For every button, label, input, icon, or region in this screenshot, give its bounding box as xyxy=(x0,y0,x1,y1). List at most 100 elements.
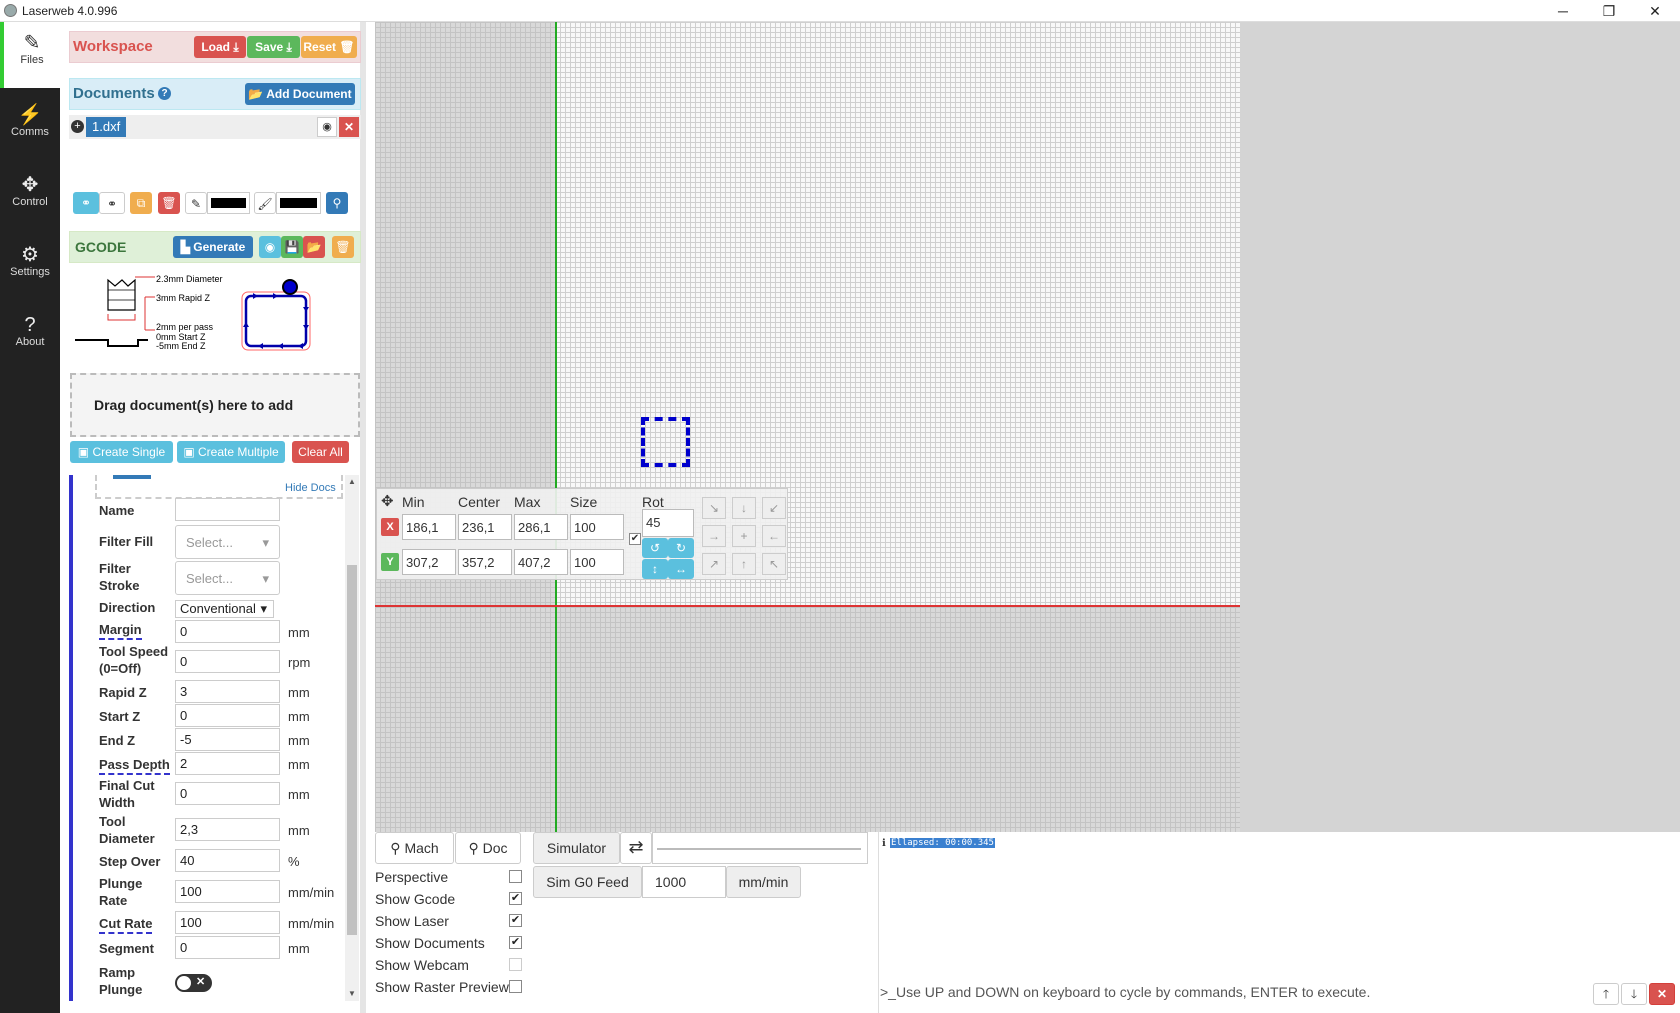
scrollbar-thumb[interactable] xyxy=(347,565,357,935)
save-workspace-button[interactable]: Save ⤓ xyxy=(247,36,300,58)
console-input[interactable]: >_Use UP and DOWN on keyboard to cycle b… xyxy=(880,984,1590,1000)
ramp-plunge-toggle[interactable]: ✕ xyxy=(175,974,212,992)
delete-icon[interactable]: 🗑 xyxy=(158,192,180,214)
nav-about[interactable]: ? About xyxy=(0,304,60,370)
start-z-input[interactable]: 0 xyxy=(175,704,280,727)
plunge-rate-input[interactable]: 100 xyxy=(175,880,280,903)
swap-icon[interactable]: ⇄ xyxy=(620,832,652,864)
direction-select[interactable]: Conventional ▾ xyxy=(175,600,274,618)
rotation-input[interactable]: 45 xyxy=(642,509,694,537)
fill-color-swatch[interactable] xyxy=(276,192,321,214)
pass-depth-input[interactable]: 2 xyxy=(175,752,280,775)
flip-vertical-icon[interactable]: ↕ xyxy=(642,559,668,579)
create-single-button[interactable]: ▣ Create Single xyxy=(70,441,173,463)
y-min-input[interactable]: 307,2 xyxy=(402,549,456,575)
add-document-button[interactable]: 📂 Add Document xyxy=(245,83,355,105)
lock-aspect-checkbox[interactable]: ✔ xyxy=(629,533,641,545)
move-icon[interactable]: ✥ xyxy=(381,492,394,510)
eye-icon[interactable]: ◉ xyxy=(317,117,337,137)
view-gcode-icon[interactable]: ◉ xyxy=(259,236,281,258)
restore-button[interactable]: ❐ xyxy=(1586,0,1632,22)
align-left-icon[interactable]: → xyxy=(702,525,726,547)
document-dropzone[interactable]: Drag document(s) here to add xyxy=(70,373,360,437)
filter-stroke-select[interactable]: Select... ▾ xyxy=(175,561,280,595)
nav-files[interactable]: ✎ Files xyxy=(0,22,60,88)
align-right-icon[interactable]: ← xyxy=(762,525,786,547)
align-center-icon[interactable]: + xyxy=(732,525,756,547)
reset-workspace-button[interactable]: Reset 🗑 xyxy=(301,36,357,58)
zoom-mach-button[interactable]: ⚲ Mach xyxy=(375,832,454,864)
operations-scrollbar[interactable]: ▲ ▼ xyxy=(345,475,359,1001)
zoom-doc-button[interactable]: ⚲ Doc xyxy=(455,832,521,864)
align-bottom-right-icon[interactable]: ↖ xyxy=(762,553,786,575)
history-down-icon[interactable]: 🡓 xyxy=(1621,983,1647,1005)
x-size-input[interactable]: 100 xyxy=(570,514,624,540)
align-top-icon[interactable]: ↓ xyxy=(732,497,756,519)
document-row[interactable]: + 1.dxf ◉ ✕ xyxy=(69,115,361,139)
history-up-icon[interactable]: 🡑 xyxy=(1593,983,1619,1005)
load-workspace-button[interactable]: Load ⤓ xyxy=(194,36,246,58)
scroll-down-icon[interactable]: ▼ xyxy=(348,989,356,998)
stroke-color-swatch[interactable] xyxy=(207,192,250,214)
simulator-button[interactable]: Simulator xyxy=(533,832,620,864)
help-icon[interactable]: ? xyxy=(158,87,171,100)
align-bottom-left-icon[interactable]: ↗ xyxy=(702,553,726,575)
close-button[interactable]: ✕ xyxy=(1632,0,1678,22)
hide-docs-link[interactable]: Hide Docs xyxy=(285,482,336,494)
rotate-cw-icon[interactable]: ↻ xyxy=(668,538,694,558)
filter-fill-select[interactable]: Select... ▾ xyxy=(175,525,280,559)
name-input[interactable] xyxy=(175,498,280,521)
clear-console-icon[interactable]: ✕ xyxy=(1649,983,1675,1005)
rapid-z-input[interactable]: 3 xyxy=(175,680,280,703)
document-name[interactable]: 1.dxf xyxy=(86,117,127,137)
x-center-input[interactable]: 236,1 xyxy=(458,514,512,540)
nav-comms[interactable]: ⚡ Comms xyxy=(0,94,60,160)
scroll-up-icon[interactable]: ▲ xyxy=(348,477,356,486)
final-cut-input[interactable]: 0 xyxy=(175,782,280,805)
simulator-slider[interactable] xyxy=(652,832,868,864)
show-gcode-checkbox[interactable]: ✔ xyxy=(509,892,522,905)
minimize-button[interactable]: ─ xyxy=(1540,0,1586,22)
gcode-title: GCODE xyxy=(75,239,127,255)
selected-document-shape[interactable] xyxy=(641,417,690,467)
y-max-input[interactable]: 407,2 xyxy=(514,549,568,575)
rotate-ccw-icon[interactable]: ↺ xyxy=(642,538,668,558)
end-z-input[interactable]: -5 xyxy=(175,728,280,751)
select-none-icon[interactable]: ⚭ xyxy=(99,192,125,214)
search-icon[interactable]: ⚲ xyxy=(326,192,348,214)
clear-gcode-icon[interactable]: 🗑 xyxy=(332,236,354,258)
y-size-input[interactable]: 100 xyxy=(570,549,624,575)
tool-diameter-input[interactable]: 2,3 xyxy=(175,818,280,841)
copy-icon[interactable]: ⧉ xyxy=(130,192,152,214)
expand-icon[interactable]: + xyxy=(71,120,84,133)
select-all-icon[interactable]: ⚭ xyxy=(73,192,99,214)
x-min-input[interactable]: 186,1 xyxy=(402,514,456,540)
show-raster-preview-checkbox[interactable] xyxy=(509,980,522,993)
sim-g0-feed-input[interactable]: 1000 xyxy=(642,866,726,898)
clear-all-button[interactable]: Clear All xyxy=(292,441,349,463)
cut-rate-input[interactable]: 100 xyxy=(175,911,280,934)
segment-input[interactable]: 0 xyxy=(175,936,280,959)
perspective-checkbox[interactable] xyxy=(509,870,522,883)
margin-input[interactable]: 0 xyxy=(175,620,280,643)
x-max-input[interactable]: 286,1 xyxy=(514,514,568,540)
flip-horizontal-icon[interactable]: ↔ xyxy=(668,559,694,579)
nav-control[interactable]: ✥ Control xyxy=(0,164,60,230)
show-webcam-checkbox[interactable] xyxy=(509,958,522,971)
y-center-input[interactable]: 357,2 xyxy=(458,549,512,575)
nav-settings[interactable]: ⚙ Settings xyxy=(0,234,60,300)
step-over-input[interactable]: 40 xyxy=(175,849,280,872)
remove-document-button[interactable]: ✕ xyxy=(339,117,359,137)
tool-speed-input[interactable]: 0 xyxy=(175,650,280,673)
align-top-right-icon[interactable]: ↙ xyxy=(762,497,786,519)
create-multiple-button[interactable]: ▣ Create Multiple xyxy=(177,441,285,463)
align-top-left-icon[interactable]: ↘ xyxy=(702,497,726,519)
show-documents-checkbox[interactable]: ✔ xyxy=(509,936,522,949)
open-gcode-icon[interactable]: 📂 xyxy=(303,236,325,258)
generate-button[interactable]: ▙ Generate xyxy=(173,236,253,258)
save-gcode-icon[interactable]: 💾 xyxy=(281,236,303,258)
brush-icon[interactable]: 🖌 xyxy=(254,192,276,214)
pencil-icon[interactable]: ✎ xyxy=(185,192,207,214)
show-laser-checkbox[interactable]: ✔ xyxy=(509,914,522,927)
align-bottom-icon[interactable]: ↑ xyxy=(732,553,756,575)
